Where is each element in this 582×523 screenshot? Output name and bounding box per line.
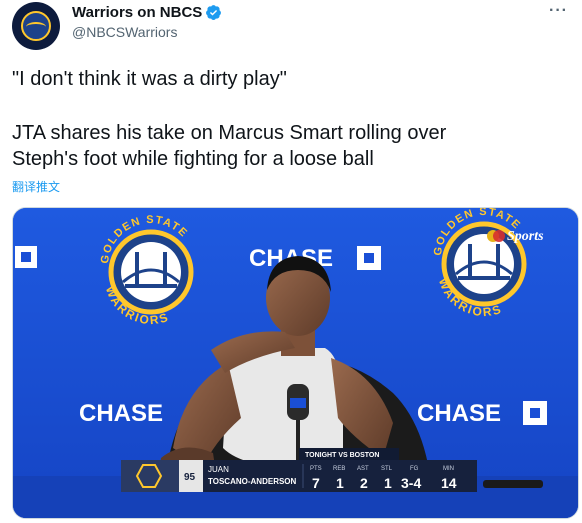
avatar[interactable]: [12, 2, 60, 50]
sponsor-text-right: CHASE: [417, 400, 501, 427]
video-media[interactable]: GOLDEN STATE WARRIORS GOLDEN STATE WARRI: [12, 207, 579, 519]
stat-label-pts: PTS: [310, 466, 322, 472]
table-mic-base: [483, 480, 543, 488]
stat-value-reb: 1: [336, 475, 344, 491]
network-label: Sports: [507, 229, 544, 244]
verified-badge-icon: [206, 5, 222, 20]
stat-label-fg: FG: [410, 466, 419, 472]
player-first-name: JUAN: [208, 465, 229, 474]
chase-logo-right: CHASE: [417, 400, 547, 427]
chase-logo-left-edge: [15, 246, 37, 268]
more-options-icon[interactable]: ···: [549, 2, 568, 20]
display-name[interactable]: Warriors on NBCS: [72, 4, 202, 21]
stat-label-stl: STL: [381, 466, 393, 472]
tweet: Warriors on NBCS @NBCSWarriors ··· "I do…: [0, 0, 582, 523]
stat-value-stl: 1: [384, 475, 392, 491]
stat-value-ast: 2: [360, 475, 368, 491]
tweet-text-line1: "I don't think it was a dirty play": [12, 68, 287, 90]
stat-value-min: 14: [441, 475, 457, 491]
sponsor-text-left: CHASE: [79, 400, 163, 427]
tweet-text-line2: JTA shares his take on Marcus Smart roll…: [12, 120, 572, 172]
tweet-text-line2b: Steph's foot while fighting for a loose …: [12, 148, 374, 170]
name-row: Warriors on NBCS: [72, 4, 222, 21]
jersey-number: 95: [184, 472, 196, 483]
stat-label-reb: REB: [333, 466, 345, 472]
tweet-text-line2a: JTA shares his take on Marcus Smart roll…: [12, 122, 447, 144]
matchup-label: TONIGHT VS BOSTON: [305, 452, 379, 459]
bridge-icon: [26, 22, 46, 32]
player-last-name: TOSCANO-ANDERSON: [208, 477, 297, 486]
account-handle[interactable]: @NBCSWarriors: [72, 24, 177, 40]
stat-value-pts: 7: [312, 475, 320, 491]
stat-value-fg: 3-4: [401, 475, 421, 491]
stat-label-min: MIN: [443, 466, 454, 472]
stat-label-ast: AST: [357, 466, 369, 472]
chase-logo-left: CHASE: [79, 400, 163, 427]
translate-tweet-link[interactable]: 翻译推文: [12, 178, 60, 195]
video-frame: GOLDEN STATE WARRIORS GOLDEN STATE WARRI: [13, 208, 578, 518]
